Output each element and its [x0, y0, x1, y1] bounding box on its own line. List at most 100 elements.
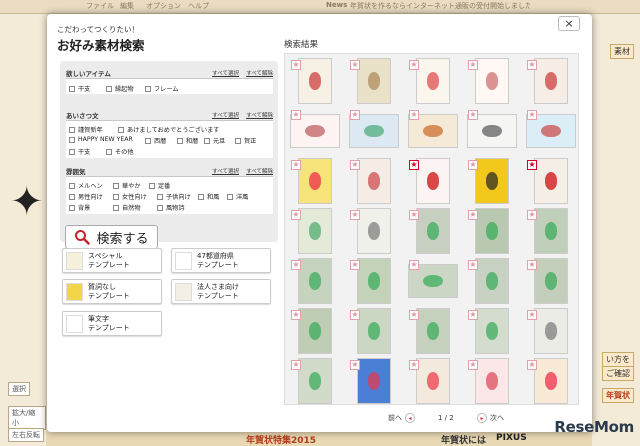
news-ticker[interactable]: 年賀状を作るならインターネット通販の受付開始しました。	[350, 1, 530, 11]
checkbox-gantan[interactable]: 元旦	[204, 136, 225, 145]
favorite-star-icon[interactable]: ★	[527, 260, 537, 270]
checkbox-icon[interactable]	[69, 193, 75, 200]
result-thumbnail[interactable]: ★	[525, 308, 577, 354]
result-thumbnail[interactable]: ★	[466, 58, 518, 104]
result-thumbnail[interactable]: ★	[525, 358, 577, 404]
checkbox-gasho[interactable]: 賀正	[235, 136, 256, 145]
checkbox-seireki[interactable]: 西暦	[145, 136, 166, 145]
next-page-button[interactable]: ▸ 次へ	[474, 413, 504, 423]
favorite-star-icon[interactable]: ★	[350, 310, 360, 320]
checkbox-marchen[interactable]: メルヘン	[69, 181, 103, 190]
favorite-star-icon[interactable]: ★	[527, 60, 537, 70]
result-thumbnail[interactable]: ★	[466, 358, 518, 404]
favorite-star-icon[interactable]: ★	[291, 210, 301, 220]
favorite-star-icon[interactable]: ★	[468, 260, 478, 270]
favorite-star-icon[interactable]: ★	[350, 210, 360, 220]
right-help-2[interactable]: ご確認	[602, 366, 634, 381]
favorite-star-icon[interactable]: ★	[350, 110, 360, 120]
menu-help[interactable]: ヘルプ	[188, 1, 209, 11]
favorite-star-icon[interactable]: ★	[350, 360, 360, 370]
result-thumbnail[interactable]: ★	[525, 108, 577, 154]
checkbox-happy-new-year[interactable]: HAPPY NEW YEAR	[69, 136, 133, 143]
checkbox-icon[interactable]	[198, 193, 204, 200]
checkbox-icon[interactable]	[149, 182, 155, 189]
result-thumbnail[interactable]: ★	[407, 58, 459, 104]
result-thumbnail[interactable]: ★	[407, 358, 459, 404]
favorite-star-icon[interactable]: ★	[291, 60, 301, 70]
no-greeting-template-button[interactable]: 賀詞なし テンプレート	[62, 279, 162, 304]
result-thumbnail[interactable]: ★	[348, 108, 400, 154]
prefecture-template-button[interactable]: 47都道府県 テンプレート	[171, 248, 271, 273]
menu-file[interactable]: ファイル	[86, 1, 114, 11]
checkbox-teiban[interactable]: 定番	[149, 181, 170, 190]
checkbox-for-women[interactable]: 女性向け	[113, 192, 147, 201]
checkbox-icon[interactable]	[69, 182, 75, 189]
checkbox-icon[interactable]	[118, 126, 124, 133]
favorite-star-icon[interactable]: ★	[291, 360, 301, 370]
checkbox-icon[interactable]	[145, 137, 151, 144]
checkbox-icon[interactable]	[177, 137, 183, 144]
result-thumbnail[interactable]: ★	[466, 108, 518, 154]
checkbox-hanayaka[interactable]: 華やか	[113, 181, 141, 190]
checkbox-background[interactable]: 背景	[69, 203, 90, 212]
result-thumbnail[interactable]: ★	[289, 108, 341, 154]
checkbox-icon[interactable]	[106, 85, 112, 92]
checkbox-icon[interactable]	[113, 204, 119, 211]
favorite-star-icon[interactable]: ★	[468, 60, 478, 70]
result-thumbnail[interactable]: ★	[348, 208, 400, 254]
flip-tool-button[interactable]: 左右反転	[8, 428, 44, 442]
prev-page-button[interactable]: 前へ ◂	[388, 413, 418, 423]
select-all-link[interactable]: すべて選択	[212, 111, 239, 119]
result-thumbnail[interactable]: ★	[407, 158, 459, 204]
clear-all-link[interactable]: すべて解除	[246, 69, 273, 77]
favorite-star-icon[interactable]: ★	[291, 310, 301, 320]
banner-campaign[interactable]: 年賀状特集2015	[246, 433, 316, 446]
corporate-template-button[interactable]: 法人さま向け テンプレート	[171, 279, 271, 304]
checkbox-icon[interactable]	[69, 85, 75, 92]
checkbox-icon[interactable]	[69, 148, 75, 155]
checkbox-icon[interactable]	[106, 148, 112, 155]
favorite-star-icon[interactable]: ★	[350, 60, 360, 70]
result-thumbnail[interactable]: ★	[348, 358, 400, 404]
result-thumbnail[interactable]: ★	[289, 358, 341, 404]
favorite-star-icon[interactable]: ★	[527, 360, 537, 370]
checkbox-for-men[interactable]: 男性向け	[69, 192, 103, 201]
right-help-1[interactable]: い方を	[602, 352, 634, 367]
result-thumbnail[interactable]: ★	[348, 258, 400, 304]
checkbox-icon[interactable]	[69, 136, 75, 143]
favorite-star-icon[interactable]: ★	[468, 110, 478, 120]
result-thumbnail[interactable]: ★	[466, 158, 518, 204]
result-thumbnail[interactable]: ★	[289, 158, 341, 204]
checkbox-akemashite[interactable]: あけましておめでとうございます	[118, 125, 219, 134]
favorite-star-icon[interactable]: ★	[527, 110, 537, 120]
search-button[interactable]: 検索する	[65, 225, 158, 249]
select-all-link[interactable]: すべて選択	[212, 69, 239, 77]
result-thumbnail[interactable]: ★	[407, 208, 459, 254]
favorite-star-filled-icon[interactable]: ★	[409, 160, 419, 170]
result-thumbnail[interactable]: ★	[525, 58, 577, 104]
checkbox-eto[interactable]: 干支	[69, 84, 90, 93]
checkbox-icon[interactable]	[227, 193, 233, 200]
favorite-star-icon[interactable]: ★	[409, 210, 419, 220]
result-thumbnail[interactable]: ★	[289, 258, 341, 304]
checkbox-icon[interactable]	[69, 126, 75, 133]
favorite-star-filled-icon[interactable]: ★	[527, 160, 537, 170]
result-thumbnail[interactable]: ★	[466, 208, 518, 254]
favorite-star-icon[interactable]: ★	[409, 110, 419, 120]
checkbox-kinga-shinnen[interactable]: 謹賀新年	[69, 125, 103, 134]
checkbox-engimono[interactable]: 縁起物	[106, 84, 134, 93]
result-thumbnail[interactable]: ★	[407, 308, 459, 354]
checkbox-icon[interactable]	[235, 137, 241, 144]
checkbox-for-kids[interactable]: 子供向け	[157, 192, 191, 201]
favorite-star-icon[interactable]: ★	[350, 160, 360, 170]
favorite-star-icon[interactable]: ★	[409, 310, 419, 320]
favorite-star-icon[interactable]: ★	[350, 260, 360, 270]
favorite-star-icon[interactable]: ★	[468, 360, 478, 370]
favorite-star-icon[interactable]: ★	[409, 260, 419, 270]
favorite-star-icon[interactable]: ★	[468, 210, 478, 220]
result-thumbnail[interactable]: ★	[525, 158, 577, 204]
result-thumbnail[interactable]: ★	[407, 258, 459, 304]
result-thumbnail[interactable]: ★	[348, 308, 400, 354]
result-thumbnail[interactable]: ★	[348, 58, 400, 104]
favorite-star-icon[interactable]: ★	[468, 310, 478, 320]
